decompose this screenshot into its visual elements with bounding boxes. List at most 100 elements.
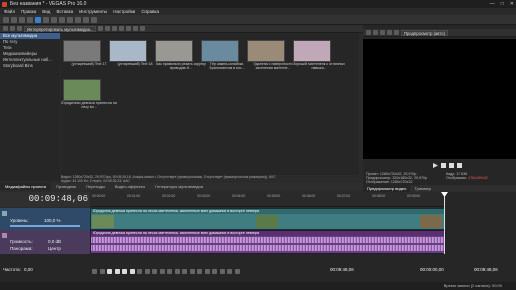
menu-icon[interactable] (457, 163, 462, 168)
menu-options[interactable]: Настройки (113, 8, 135, 15)
playhead-cursor[interactable] (444, 192, 445, 254)
views-icon[interactable] (140, 26, 146, 31)
preview-quality-dropdown[interactable]: Предпросмотр (авто) (401, 29, 449, 36)
cursor-tool-icon[interactable] (91, 16, 97, 23)
menu-tools[interactable]: Инструменты (79, 8, 107, 15)
thumb-image (201, 40, 239, 62)
tab-explorer[interactable]: Проводник (51, 183, 81, 190)
rate-label: Частота: (3, 267, 21, 272)
tree-storyboard-bins[interactable]: Storyboard Bins (0, 63, 60, 69)
tab-video-preview[interactable]: Предпросмотр видео (363, 185, 411, 192)
prev-frame-icon[interactable] (152, 268, 157, 274)
media-thumb[interactable]: Хорошій маттененк с отличных навыка... (291, 40, 347, 71)
track-number-icon (2, 211, 7, 216)
stop-icon[interactable] (129, 268, 135, 274)
marker-icon[interactable] (204, 268, 210, 274)
tab-video-fx[interactable]: Видео-эффекты (110, 183, 150, 190)
fx-icon[interactable] (112, 26, 118, 31)
stop-icon[interactable] (441, 163, 446, 168)
record-icon[interactable] (92, 268, 97, 274)
go-start-icon[interactable] (137, 268, 142, 274)
play-icon[interactable] (433, 163, 438, 168)
rate-value[interactable]: 0,00 (24, 267, 33, 272)
display-value: 478x269x32 (468, 176, 488, 180)
close-button[interactable]: ✕ (510, 0, 514, 8)
menu-file[interactable]: Файл (4, 8, 15, 15)
level-slider[interactable] (10, 225, 80, 227)
new-project-icon[interactable] (3, 16, 9, 23)
timeline-empty-area[interactable] (446, 192, 516, 254)
save-icon[interactable] (19, 16, 25, 23)
save-snapshot-icon[interactable] (394, 30, 399, 35)
vegas-logo-icon (2, 1, 7, 7)
video-track-header[interactable]: Уровень: 100,0 % (0, 208, 90, 230)
open-icon[interactable] (11, 16, 17, 23)
media-properties-icon[interactable] (105, 26, 111, 31)
lock-icon[interactable] (219, 268, 225, 274)
split-icon[interactable] (182, 268, 187, 274)
import-icon[interactable] (3, 26, 8, 31)
go-end-icon[interactable] (144, 268, 150, 274)
autopreview-icon[interactable] (133, 26, 139, 31)
video-clip-title: Юридична девочка принесла на лесах матте… (91, 209, 444, 214)
properties-icon[interactable] (27, 16, 33, 23)
menu-view[interactable]: Вид (42, 8, 50, 15)
interpret-dropdown[interactable]: Интерпретировать мультимедиа... (24, 25, 97, 32)
copy-snapshot-icon[interactable] (387, 30, 392, 35)
audio-track-header[interactable]: Громкость: 0,0 dB Панорама: Центр (0, 230, 90, 254)
pause-icon[interactable] (122, 268, 127, 274)
ruler-tick: 00:01:00 (127, 194, 141, 198)
render-icon[interactable] (43, 16, 49, 23)
thumb-image (247, 40, 285, 62)
menu-help[interactable]: Справка (141, 8, 159, 15)
track-number-icon (2, 233, 7, 238)
play-icon[interactable] (119, 26, 125, 31)
tab-trimmer[interactable]: Триммер (410, 185, 435, 192)
thumb-caption: Юридичеки девочка принесла на лесу во... (61, 101, 117, 110)
preview-tabs: Предпросмотр видео Триммер (363, 185, 516, 192)
auto-ripple-icon[interactable] (227, 268, 232, 274)
next-frame-icon[interactable] (159, 268, 165, 274)
preview-toolbar: Предпросмотр (авто) (363, 29, 516, 37)
maximize-button[interactable]: □ (501, 0, 504, 8)
trim-end-icon[interactable] (197, 268, 202, 274)
cut-icon[interactable] (51, 16, 57, 23)
edit-tool-icon[interactable] (167, 268, 172, 274)
copy-icon[interactable] (59, 16, 65, 23)
get-media-icon[interactable] (17, 26, 22, 31)
crossfade-icon[interactable] (234, 268, 240, 274)
media-tabs: Медиафайлы проекта Проводник Переходы Ви… (0, 183, 363, 190)
preview-controls (363, 160, 516, 172)
stop-icon[interactable] (126, 26, 132, 31)
menu-insert[interactable]: Вставка (56, 8, 73, 15)
play-from-start-icon[interactable] (107, 268, 112, 274)
paste-icon[interactable] (67, 16, 73, 23)
media-toolbar: Интерпретировать мультимедиа... (0, 25, 363, 33)
tab-media-generators[interactable]: Генераторы мультимедиа (150, 183, 208, 190)
minimize-button[interactable]: — (490, 0, 495, 8)
tab-transitions[interactable]: Переходы (81, 183, 110, 190)
trim-start-icon[interactable] (189, 268, 195, 274)
loop-icon[interactable] (99, 268, 105, 274)
level-value[interactable]: 100,0 % (44, 218, 61, 223)
overlays-icon[interactable] (380, 30, 385, 35)
region-icon[interactable] (212, 268, 217, 274)
preview-settings-icon[interactable] (366, 30, 371, 35)
thumb-image (293, 40, 331, 62)
tab-project-media[interactable]: Медиафайлы проекта (0, 183, 52, 190)
split-screen-icon[interactable] (373, 30, 378, 35)
loop-icon[interactable] (449, 163, 454, 168)
undo-icon[interactable] (75, 16, 81, 23)
play-icon[interactable] (114, 268, 120, 274)
menu-edit[interactable]: Правка (21, 8, 36, 15)
snap-icon[interactable] (35, 16, 41, 23)
timeline-ruler[interactable]: 00:00:00 00:01:00 00:02:00 00:03:00 00:0… (90, 192, 446, 207)
media-thumb[interactable]: Юридичеки девочка принесла на лесу во... (61, 79, 117, 110)
redo-icon[interactable] (83, 16, 89, 23)
envelope-tool-icon[interactable] (174, 268, 180, 274)
pan-value[interactable]: Центр (48, 246, 61, 251)
remove-icon[interactable] (98, 26, 104, 31)
capture-icon[interactable] (10, 26, 15, 31)
view-label: Отображение: (366, 180, 390, 184)
volume-value[interactable]: 0,0 dB (48, 239, 61, 244)
